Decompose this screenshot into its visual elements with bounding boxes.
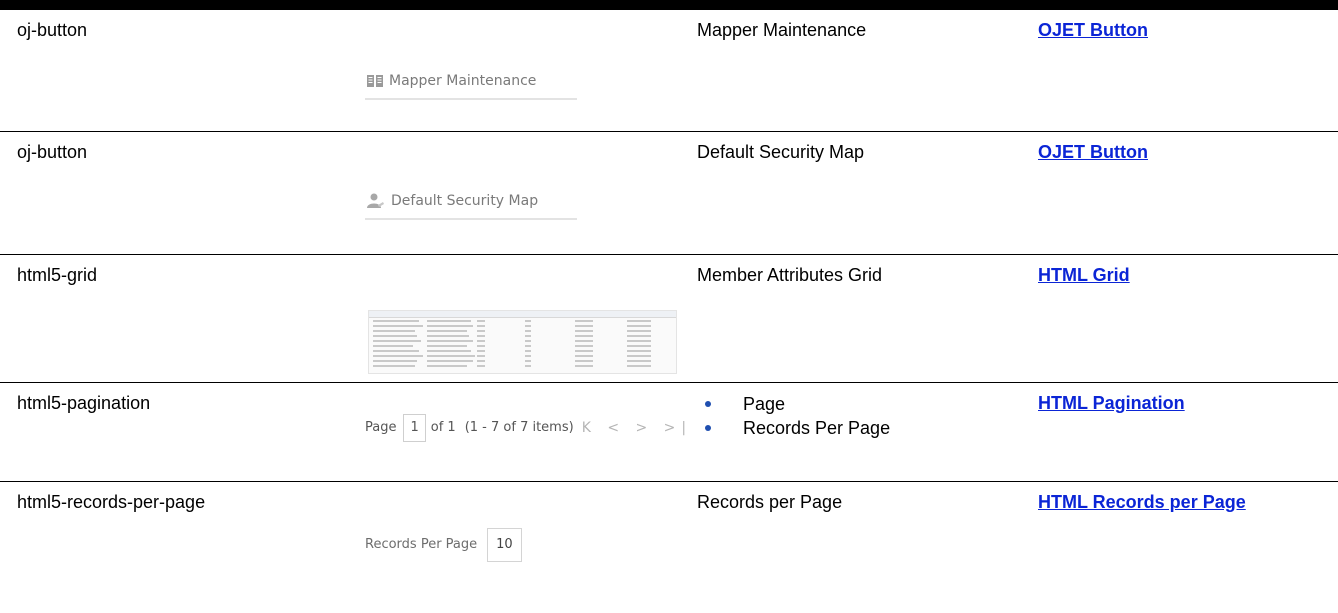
html-pagination-link[interactable]: HTML Pagination <box>1038 393 1185 413</box>
member-attributes-grid-thumbnail <box>368 309 677 374</box>
records-per-page-image: Records Per Page 10 <box>365 527 522 562</box>
component-description: Page Records Per Page <box>689 382 1026 481</box>
grid-line <box>369 344 676 348</box>
component-image <box>357 254 689 382</box>
user-icon <box>367 193 385 209</box>
component-type: html5-records-per-page <box>17 491 206 512</box>
table-row: html5-records-per-page Records Per Page … <box>0 481 1338 613</box>
component-type: oj-button <box>17 20 88 40</box>
grid-line <box>369 319 676 323</box>
grid-line <box>369 339 676 343</box>
description-list: Page Records Per Page <box>697 392 1026 440</box>
table-row: oj-button Mapper Maintenance Mapper Main… <box>0 10 1338 131</box>
grid-line <box>369 329 676 333</box>
top-rule <box>0 0 1338 10</box>
table-row: html5-pagination Page 1 of 1 (1 - 7 of 7… <box>0 382 1338 481</box>
component-description: Records per Page <box>697 491 843 512</box>
component-type: html5-pagination <box>17 392 151 413</box>
records-per-page-value: 10 <box>487 527 522 562</box>
component-link-cell: HTML Records per Page <box>1026 481 1338 613</box>
table-row: html5-grid Member Attributes Grid HTML G… <box>0 254 1338 382</box>
page-of-text: of 1 <box>430 419 456 435</box>
page-number-box: 1 <box>403 413 426 442</box>
component-table: oj-button Mapper Maintenance Mapper Main… <box>0 10 1338 613</box>
grid-line <box>369 324 676 328</box>
mapper-maintenance-button-image: Mapper Maintenance <box>365 66 577 100</box>
table-row: oj-button Default Security Map Default S… <box>0 131 1338 254</box>
book-icon <box>367 75 383 87</box>
component-link-cell: OJET Button <box>1026 10 1338 131</box>
records-per-page-label: Records Per Page <box>365 536 478 552</box>
grid-line <box>369 354 676 358</box>
component-image: Page 1 of 1 (1 - 7 of 7 items) K < > >| <box>357 382 689 481</box>
items-range-text: (1 - 7 of 7 items) <box>464 419 574 435</box>
component-image: Records Per Page 10 <box>357 481 689 613</box>
ojet-button-link[interactable]: OJET Button <box>1038 20 1148 40</box>
grid-line <box>369 364 676 368</box>
ojet-button-link[interactable]: OJET Button <box>1038 142 1148 162</box>
pagination-image: Page 1 of 1 (1 - 7 of 7 items) K < > >| <box>365 413 693 442</box>
pagination-nav-icons: K < > >| <box>581 419 693 436</box>
component-type: oj-button <box>17 141 88 162</box>
grid-header <box>369 310 676 318</box>
button-label: Mapper Maintenance <box>389 73 537 89</box>
component-link-cell: OJET Button <box>1026 131 1338 254</box>
component-description: Default Security Map <box>697 141 865 162</box>
component-link-cell: HTML Grid <box>1026 254 1338 382</box>
grid-line <box>369 349 676 353</box>
component-description: Mapper Maintenance <box>697 20 867 40</box>
grid-line <box>369 359 676 363</box>
list-item: Page <box>697 392 1026 416</box>
button-label: Default Security Map <box>391 192 539 209</box>
list-item: Records Per Page <box>697 416 1026 440</box>
html-records-per-page-link[interactable]: HTML Records per Page <box>1038 492 1246 512</box>
page-label: Page <box>365 419 397 435</box>
component-type: html5-grid <box>17 264 98 285</box>
default-security-map-button-image: Default Security Map <box>365 186 577 220</box>
component-image: Mapper Maintenance <box>357 10 689 131</box>
component-link-cell: HTML Pagination <box>1026 382 1338 481</box>
component-image: Default Security Map <box>357 131 689 254</box>
component-description: Member Attributes Grid <box>697 264 883 285</box>
grid-line <box>369 334 676 338</box>
html-grid-link[interactable]: HTML Grid <box>1038 265 1130 285</box>
